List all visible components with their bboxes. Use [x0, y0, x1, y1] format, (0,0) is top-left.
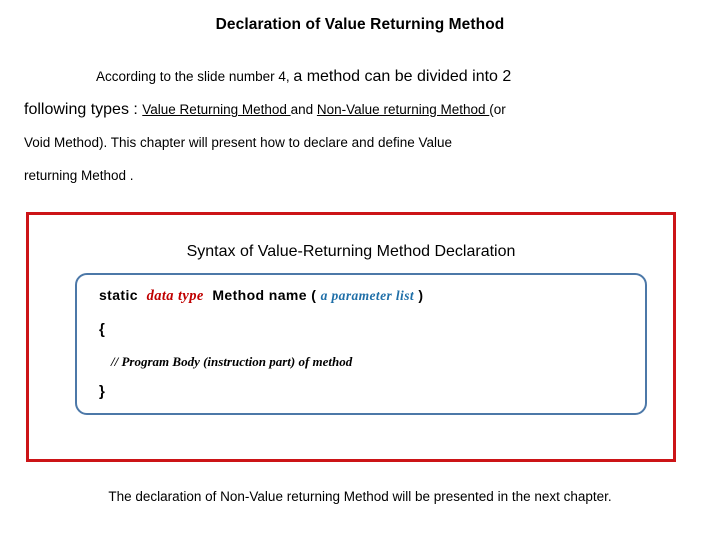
syntax-code-box: static data type Method name ( a paramet… [75, 273, 647, 415]
syntax-heading: Syntax of Value-Returning Method Declara… [186, 243, 516, 260]
slide-canvas: Declaration of Value Returning Method Ac… [0, 0, 720, 540]
parameter-list-placeholder: a parameter list [320, 288, 415, 303]
paragraph-line-1-lead: According to the slide number 4, [96, 69, 294, 84]
paragraph-line-2-tail: (or [489, 102, 506, 117]
sig-space-1 [138, 287, 147, 303]
footer-note: The declaration of Non-Value returning M… [108, 489, 612, 504]
paragraph-line-1: According to the slide number 4, a metho… [24, 60, 696, 93]
paragraph-line-2-conjunction: and [290, 102, 317, 117]
paragraph-line-3: Void Method). This chapter will present … [24, 126, 696, 159]
paragraph-line-4: returning Method . [24, 159, 696, 192]
paragraph-line-2-lead: following types : [24, 101, 143, 118]
syntax-outer-box: Syntax of Value-Returning Method Declara… [26, 212, 676, 462]
brace-open: { [99, 321, 105, 338]
brace-close: } [99, 383, 105, 400]
page-title: Declaration of Value Returning Method [215, 16, 505, 33]
method-signature-line: static data type Method name ( a paramet… [99, 287, 423, 305]
data-type-placeholder: data type [146, 288, 204, 304]
program-body-comment: // Program Body (instruction part) of me… [111, 354, 353, 369]
paragraph-line-2: following types : Value Returning Method… [24, 93, 696, 126]
close-paren: ) [418, 287, 424, 303]
term-non-value-returning-method: Non-Value returning Method [316, 102, 490, 117]
paragraph-line-1-tail: a method can be divided into 2 [293, 68, 512, 85]
paragraph-line-4-text: returning Method . [24, 168, 134, 183]
paragraph-line-3-text: Void Method). This chapter will present … [24, 135, 453, 150]
term-value-returning-method: Value Returning Method [142, 102, 291, 117]
static-keyword: static [99, 287, 138, 303]
body-paragraph: According to the slide number 4, a metho… [24, 60, 696, 192]
method-name-placeholder: Method name ( [212, 287, 317, 303]
